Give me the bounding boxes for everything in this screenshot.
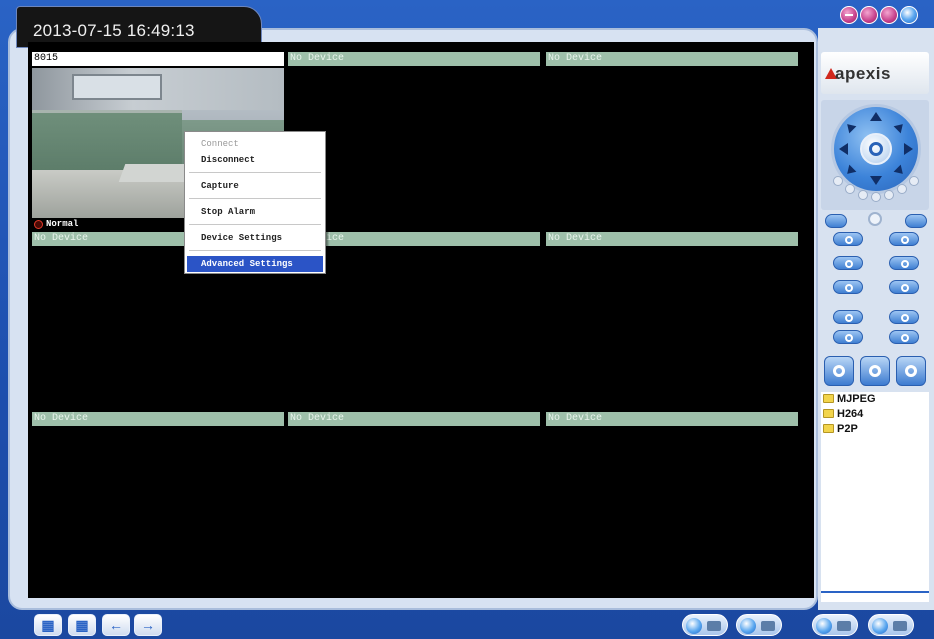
ptz-down-icon[interactable] [870,176,882,185]
power-center-icon [869,142,883,156]
preset-2-button[interactable] [845,184,855,194]
mic-button[interactable] [889,330,919,344]
menu-item-connect: Connect [201,139,239,149]
menu-item-disconnect[interactable]: Disconnect [187,152,323,168]
search-device-button[interactable] [896,356,926,386]
menu-item-device-settings[interactable]: Device Settings [187,230,323,246]
menu-separator [189,224,321,225]
menu-separator [189,198,321,199]
menu-item-capture[interactable]: Capture [187,178,323,194]
cell-title: No Device [288,412,540,426]
tools-button[interactable] [860,356,890,386]
cell-title: 8015 [32,52,284,66]
tree-node-label: P2P [837,422,858,435]
cell-title: No Device [546,232,798,246]
patrol-vertical-button[interactable] [833,310,863,324]
prev-page-icon[interactable]: ← [102,614,130,636]
tree-node-h264[interactable]: H264 [823,407,863,420]
preset-prev-button[interactable] [825,214,847,228]
preset-7-button[interactable] [909,176,919,186]
zoom-in-button[interactable] [889,232,919,246]
device-tree: MJPEG H264 P2P [821,392,929,602]
status-text: Normal [46,219,79,229]
datetime-text: 2013-07-15 16:49:13 [33,21,195,40]
cell-status: Normal [34,218,78,230]
video-cell-7[interactable]: No Device [30,410,286,592]
layout-4-icon[interactable]: ▦ [34,614,62,636]
video-cell-9[interactable]: No Device [544,410,800,592]
preset-4-button[interactable] [871,192,881,202]
tree-node-mjpeg[interactable]: MJPEG [823,392,876,405]
iris-close-button[interactable] [833,280,863,294]
preset-6-button[interactable] [897,184,907,194]
layout-9-icon[interactable]: ▦ [68,614,96,636]
playback-icon[interactable] [812,614,858,636]
system-settings-button[interactable] [824,356,854,386]
tree-node-p2p[interactable]: P2P [823,422,858,435]
video-cell-8[interactable]: No Device [286,410,542,592]
next-page-icon[interactable]: → [134,614,162,636]
ptz-left-icon[interactable] [839,143,848,155]
preset-next-button[interactable] [905,214,927,228]
record-icon[interactable] [682,614,728,636]
brand-logo: apexis [821,52,929,94]
focus-near-button[interactable] [833,256,863,270]
folder-icon [823,394,834,403]
video-cell-3[interactable]: No Device [544,50,800,232]
logo-text: apexis [835,64,891,83]
folder-icon [823,409,834,418]
ptz-center-button[interactable] [860,133,892,165]
cell-title: No Device [546,412,798,426]
zoom-out-button[interactable] [833,232,863,246]
alarm-status-icon [34,219,43,229]
audio-button[interactable] [833,330,863,344]
power-icon[interactable] [900,6,918,24]
video-grid: 8015 Normal No Device No Device No Devic… [28,42,814,598]
tree-scrollbar[interactable] [821,591,929,593]
settings-icon[interactable] [868,614,914,636]
cell-title: No Device [288,52,540,66]
context-menu: Connect Disconnect Capture Stop Alarm De… [184,131,326,274]
skin-icon[interactable] [860,6,878,24]
iris-open-button[interactable] [889,280,919,294]
tree-node-label: H264 [837,407,864,420]
patrol-horizontal-button[interactable] [889,310,919,324]
gear-small-icon[interactable] [868,212,882,226]
menu-separator [189,172,321,173]
menu-separator [189,250,321,251]
folder-icon [823,424,834,433]
video-cell-6[interactable]: No Device [544,230,800,412]
ptz-right-icon[interactable] [904,143,913,155]
cell-title: No Device [546,52,798,66]
menu-item-advanced-settings[interactable]: Advanced Settings [187,256,323,272]
preset-5-button[interactable] [884,190,894,200]
focus-far-button[interactable] [889,256,919,270]
ptz-up-icon[interactable] [870,112,882,121]
tree-node-label: MJPEG [837,392,876,405]
preset-1-button[interactable] [833,176,843,186]
preset-3-button[interactable] [858,190,868,200]
cell-title: No Device [32,412,284,426]
menu-item-stop-alarm[interactable]: Stop Alarm [187,204,323,220]
minimize-icon[interactable] [840,6,858,24]
lock-icon[interactable] [880,6,898,24]
snapshot-icon[interactable] [736,614,782,636]
